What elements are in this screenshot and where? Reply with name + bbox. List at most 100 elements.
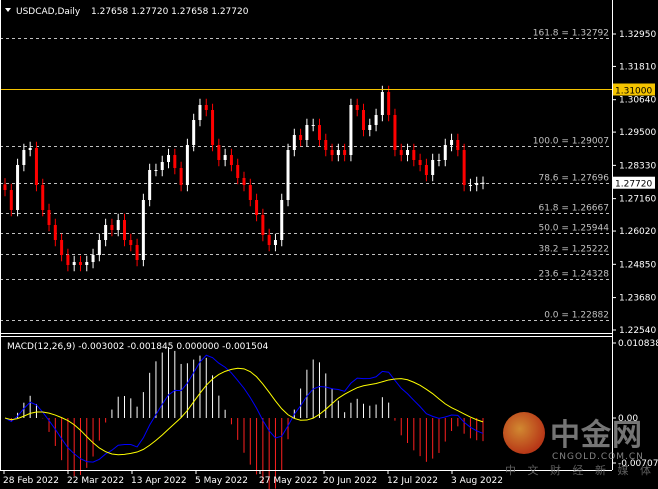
bull-candle [22, 150, 26, 165]
price-tick-label: 1.28330 [619, 161, 656, 171]
bear-candle [456, 140, 460, 151]
bull-candle [468, 185, 472, 187]
symbol-title: USDCAD,Daily [16, 7, 81, 17]
bull-candle [223, 155, 227, 160]
bull-candle [280, 199, 284, 241]
bull-candle [380, 92, 384, 116]
chart-canvas[interactable]: 161.8 = 1.32792 100.0 = 1.29007 78.6 = 1.2… [0, 0, 658, 489]
bear-candle [317, 124, 321, 141]
time-tick-label: 3 Aug 2022 [451, 476, 503, 486]
bear-candle [330, 150, 334, 156]
bull-candle [311, 124, 315, 126]
bear-candle [462, 150, 466, 186]
dropdown-triangle-icon[interactable] [5, 8, 11, 12]
fib-level-label: 23.6 = 1.24328 [538, 270, 609, 280]
time-tick-label: 12 Jul 2022 [387, 476, 438, 486]
bear-candle [412, 150, 416, 160]
macd-legend: MACD(12,26,9) -0.003002 -0.001845 0.0000… [7, 342, 269, 352]
bear-candle [110, 224, 114, 230]
bull-candle [273, 240, 277, 246]
bull-candle [16, 164, 20, 211]
bull-candle [475, 182, 479, 186]
bear-candle [135, 245, 139, 260]
price-tick-label: 1.27160 [619, 195, 656, 205]
bear-candle [299, 134, 303, 141]
bear-candle [362, 110, 365, 130]
price-tick-label: 1.22540 [619, 326, 656, 336]
bear-candle [393, 115, 397, 151]
bear-candle [261, 215, 265, 236]
time-tick-label: 28 Feb 2022 [3, 476, 59, 486]
ohlc-readout: 1.27658 1.27720 1.27658 1.27720 [91, 7, 249, 17]
macd-panel: 0.010838 0.00 -0.007072 [4, 339, 658, 489]
bear-candle [53, 224, 57, 241]
price-tick-label: 1.31810 [619, 62, 656, 72]
bull-candle [374, 115, 378, 125]
bull-candle [91, 255, 95, 263]
bear-candle [248, 185, 252, 200]
price-tick-label: 1.26020 [619, 227, 656, 237]
bear-candle [424, 164, 428, 176]
bear-candle [387, 92, 391, 116]
bear-candle [204, 105, 208, 111]
bear-candle [324, 140, 328, 151]
bull-candle [116, 220, 120, 230]
bull-candle [85, 262, 89, 265]
bear-candle [9, 190, 13, 211]
fib-level-label: 38.2 = 1.25222 [538, 245, 609, 255]
fib-level-label: 78.6 = 1.27696 [538, 174, 609, 184]
bull-candle [185, 145, 189, 186]
bull-candle [368, 124, 372, 130]
bear-candle [129, 240, 133, 246]
fib-level-label: 0.0 = 1.22882 [544, 311, 609, 321]
bear-candle [229, 155, 233, 165]
bull-candle [97, 240, 101, 256]
price-tick-label: 1.24850 [619, 260, 656, 270]
price-tick-label: 1.29500 [619, 128, 656, 138]
bull-candle [286, 150, 290, 200]
bull-candle [198, 105, 202, 121]
bear-candle [123, 220, 126, 241]
macd-tick-label: 0.00 [618, 414, 638, 424]
bull-candle [28, 147, 32, 151]
bear-candle [211, 110, 215, 146]
bear-candle [343, 150, 347, 156]
bear-candle [236, 164, 240, 178]
price-tick-label: 1.32950 [619, 30, 656, 40]
bear-candle [34, 147, 38, 186]
bull-candle [481, 182, 485, 184]
bear-candle [399, 150, 403, 156]
time-tick-label: 27 May 2022 [259, 476, 318, 486]
bull-candle [141, 199, 145, 260]
bull-candle [72, 262, 76, 265]
bear-candle [78, 262, 82, 265]
bull-candle [192, 120, 196, 146]
bull-candle [443, 145, 447, 160]
bear-candle [41, 185, 45, 211]
bear-candle [173, 155, 177, 169]
bull-candle [349, 105, 353, 156]
bear-candle [179, 168, 183, 186]
bear-candle [418, 159, 422, 165]
bull-candle [160, 162, 164, 171]
bull-candle [292, 134, 296, 151]
bull-candle [431, 159, 435, 176]
macd-tick-label: 0.010838 [618, 339, 658, 349]
fib-level-label: 50.0 = 1.25944 [538, 224, 609, 234]
fib-level-label: 161.8 = 1.32792 [533, 29, 609, 39]
candles [3, 85, 485, 272]
time-axis: 28 Feb 2022 22 Mar 2022 13 Apr 2022 5 May 2… [3, 470, 503, 486]
bull-candle [305, 124, 309, 141]
bear-candle [355, 105, 359, 111]
time-tick-label: 5 May 2022 [195, 476, 248, 486]
bear-candle [66, 255, 70, 265]
bear-candle [60, 240, 64, 256]
fib-level-label: 100.0 = 1.29007 [533, 137, 609, 147]
bear-candle [255, 199, 259, 216]
fibonacci-levels: 161.8 = 1.32792 100.0 = 1.29007 78.6 = 1.2… [0, 29, 612, 321]
bull-candle [450, 140, 454, 146]
bear-candle [3, 184, 7, 191]
price-tick-label: 1.30640 [619, 96, 656, 106]
time-tick-label: 22 Mar 2022 [67, 476, 124, 486]
bull-candle [336, 150, 340, 156]
